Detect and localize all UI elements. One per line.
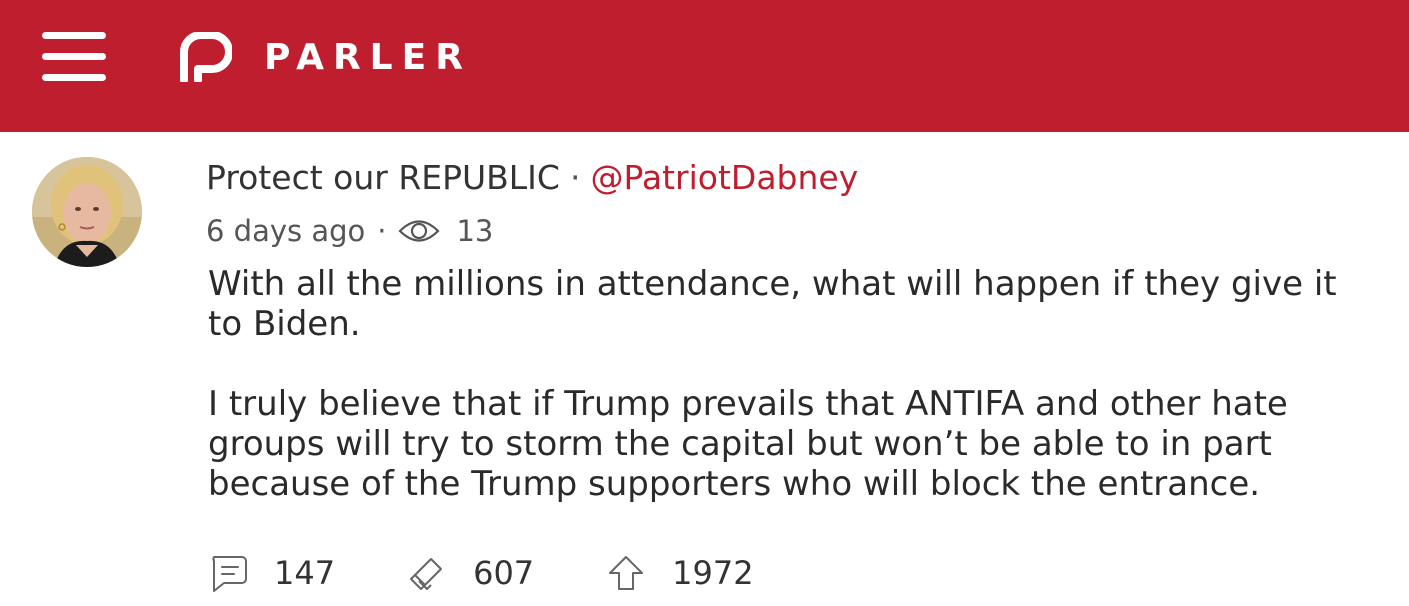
post-card: Protect our REPUBLIC · @PatriotDabney 6 da… — [10, 132, 1400, 606]
echo-button[interactable]: 607 — [407, 553, 534, 593]
view-count: 13 — [456, 214, 494, 248]
upvote-arrow-icon — [606, 553, 646, 593]
top-bar: PARLER — [0, 0, 1409, 132]
menu-line — [42, 32, 106, 39]
post-time: 6 days ago — [206, 214, 366, 248]
post-paragraph: With all the millions in attendance, wha… — [208, 264, 1337, 344]
comment-button[interactable]: 147 — [208, 553, 335, 593]
parler-logo-icon — [180, 32, 232, 82]
comment-count: 147 — [274, 554, 336, 592]
author-name[interactable]: Protect our REPUBLIC — [206, 158, 560, 197]
post-actions: 147 607 1972 — [208, 550, 826, 596]
separator: · — [569, 158, 581, 197]
avatar[interactable] — [32, 157, 142, 267]
hamburger-menu-icon[interactable] — [42, 32, 106, 82]
separator: · — [377, 214, 387, 248]
megaphone-icon — [407, 553, 447, 593]
post-body: With all the millions in attendance, wha… — [208, 264, 1378, 504]
upvote-button[interactable]: 1972 — [606, 553, 754, 593]
eye-icon — [398, 216, 441, 246]
menu-line — [42, 53, 106, 60]
echo-count: 607 — [473, 554, 535, 592]
parler-logo[interactable]: PARLER — [180, 32, 472, 82]
comment-icon — [208, 553, 248, 593]
menu-line — [42, 74, 106, 81]
upvote-count: 1972 — [672, 554, 754, 592]
brand-name: PARLER — [264, 36, 472, 78]
post-header: Protect our REPUBLIC · @PatriotDabney — [206, 158, 858, 197]
author-handle[interactable]: @PatriotDabney — [590, 158, 858, 197]
post-meta: 6 days ago · 13 — [206, 214, 493, 248]
post-paragraph: I truly believe that if Trump prevails t… — [208, 384, 1288, 504]
